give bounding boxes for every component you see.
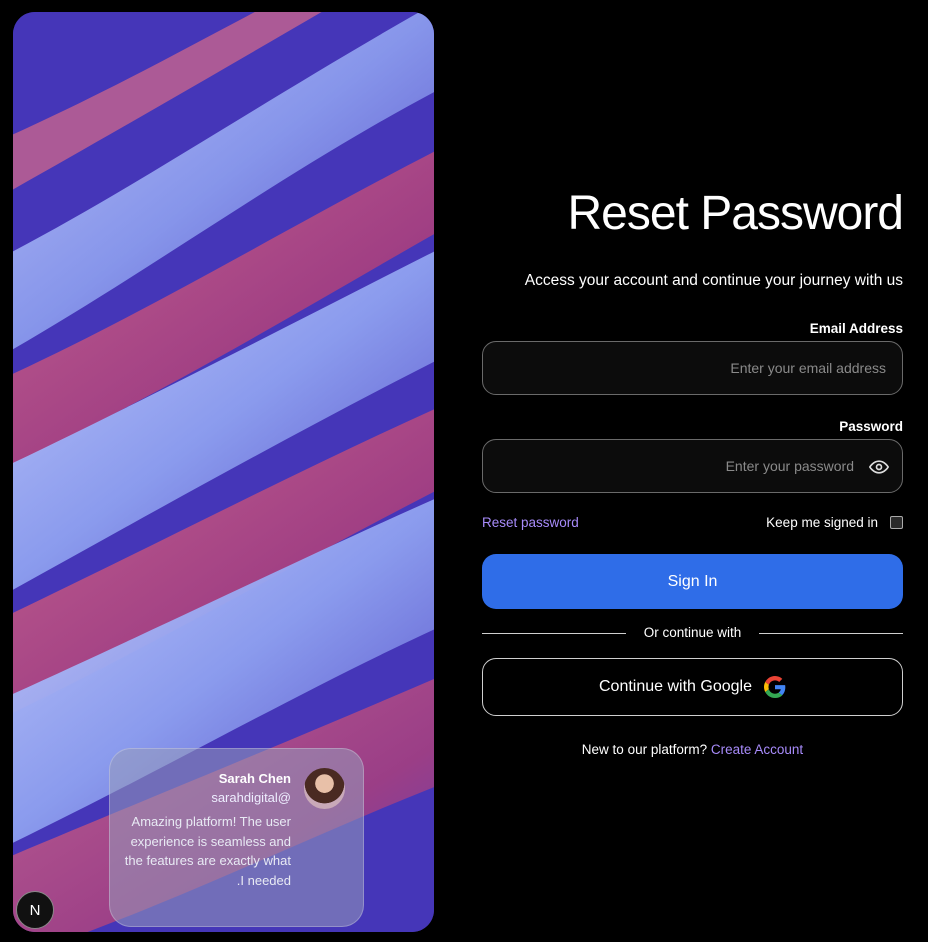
testimonial-name: Sarah Chen: [218, 771, 291, 786]
email-field[interactable]: [483, 342, 902, 394]
testimonial-card: Sarah Chen sarahdigital@ Amazing platfor…: [109, 748, 364, 927]
password-field-container: [482, 439, 903, 493]
keep-signed-in-label: Keep me signed in: [766, 515, 878, 530]
password-field[interactable]: [483, 440, 902, 492]
create-account-link[interactable]: Create Account: [711, 742, 803, 757]
sign-in-button[interactable]: Sign In: [482, 554, 903, 609]
testimonial-quote: Amazing platform! The user experience is…: [124, 814, 291, 888]
keep-signed-in-checkbox[interactable]: [890, 516, 903, 529]
page-title: Reset Password: [567, 187, 904, 240]
google-icon: [763, 676, 786, 698]
page-subtitle: Access your account and continue your jo…: [524, 272, 903, 289]
hero-image-panel: Sarah Chen sarahdigital@ Amazing platfor…: [13, 12, 434, 932]
google-signin-button[interactable]: Continue with Google: [482, 658, 903, 716]
email-label: Email Address: [809, 321, 903, 336]
testimonial-handle: sarahdigital@: [211, 790, 291, 805]
divider-right: [759, 633, 903, 634]
signup-prompt: New to our platform? Create Account: [482, 742, 903, 757]
reset-password-link[interactable]: Reset password: [482, 515, 579, 530]
eye-icon[interactable]: [868, 457, 890, 477]
password-label: Password: [839, 419, 903, 434]
google-button-label: Continue with Google: [599, 678, 752, 695]
signup-prompt-text: New to our platform?: [581, 742, 708, 757]
n-logo-badge[interactable]: N: [16, 891, 54, 929]
email-field-container: [482, 341, 903, 395]
avatar: [304, 768, 345, 809]
